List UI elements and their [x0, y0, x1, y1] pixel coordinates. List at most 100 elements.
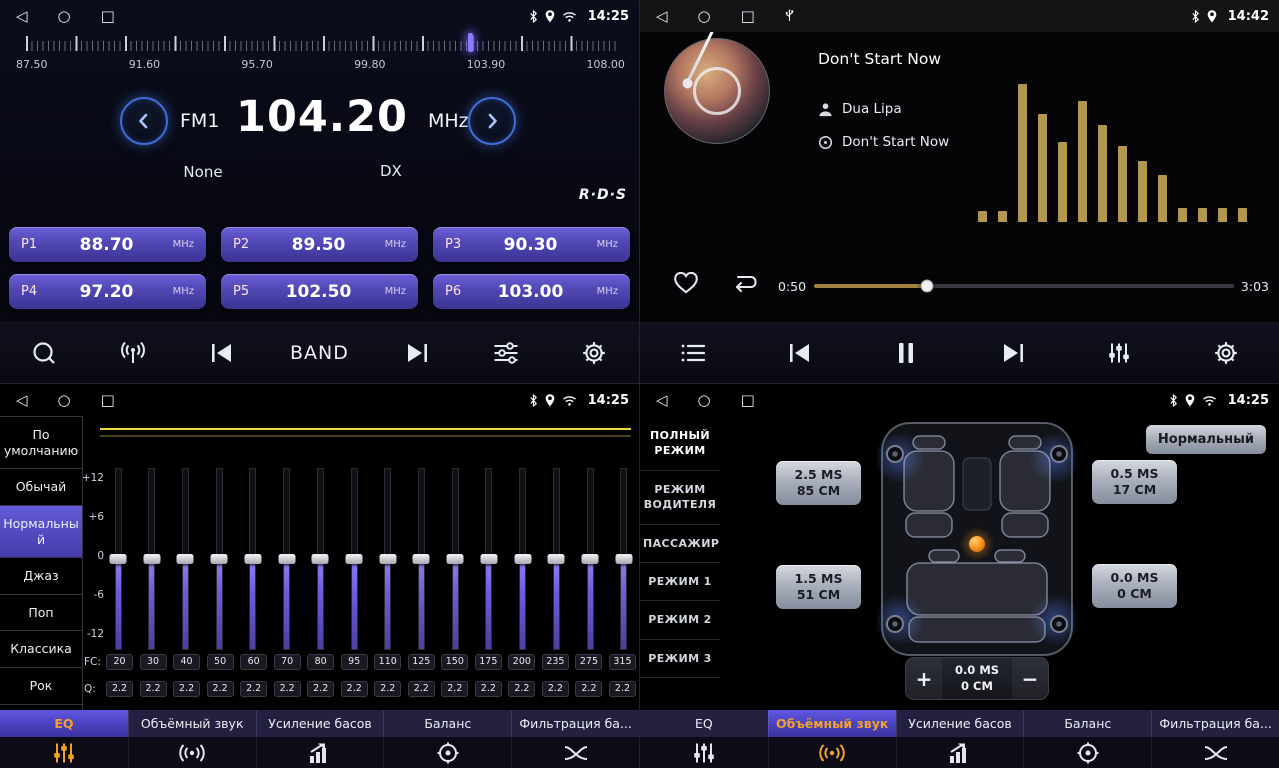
stage-preset-badge[interactable]: Нормальный	[1146, 425, 1266, 454]
eq-band-slider[interactable]	[511, 468, 535, 664]
preset-button[interactable]: P188.70MHz	[9, 227, 206, 262]
eq-band-slider[interactable]	[544, 468, 568, 664]
home-icon[interactable]: ○	[58, 393, 71, 408]
queue-list-icon[interactable]	[672, 342, 714, 364]
seek-bar-thumb[interactable]	[921, 280, 934, 293]
stage-mode-item[interactable]: РЕЖИМ 3	[640, 640, 720, 678]
slider-handle[interactable]	[278, 554, 295, 564]
tab-balance[interactable]: Баланс	[1023, 710, 1151, 768]
slider-handle[interactable]	[582, 554, 599, 564]
eq-band-slider[interactable]	[443, 468, 467, 664]
slider-handle[interactable]	[447, 554, 464, 564]
delay-decrease-button[interactable]: −	[1012, 658, 1048, 699]
delay-rear-right-button[interactable]: 0.0 MS 0 CM	[1092, 564, 1177, 608]
slider-handle[interactable]	[379, 554, 396, 564]
tab-bass-boost[interactable]: Усиление басов	[896, 710, 1024, 768]
stage-mode-item[interactable]: ПАССАЖИР	[640, 525, 720, 563]
next-track-icon[interactable]	[992, 342, 1034, 364]
eq-preset-item[interactable]: Поп	[0, 595, 82, 632]
stage-mode-item[interactable]: РЕЖИМ 1	[640, 563, 720, 601]
slider-handle[interactable]	[413, 554, 430, 564]
tune-down-button[interactable]	[120, 97, 168, 145]
eq-preset-item[interactable]: Рок	[0, 668, 82, 705]
slider-handle[interactable]	[514, 554, 531, 564]
tab-surround[interactable]: Объёмный звук	[768, 710, 896, 768]
eq-band-slider[interactable]	[376, 468, 400, 664]
tune-up-button[interactable]	[468, 97, 516, 145]
slider-handle[interactable]	[615, 554, 632, 564]
slider-handle[interactable]	[110, 554, 127, 564]
slider-handle[interactable]	[312, 554, 329, 564]
eq-band-slider[interactable]	[275, 468, 299, 664]
back-icon[interactable]: ◁	[16, 9, 28, 24]
home-icon[interactable]: ○	[698, 9, 711, 24]
scan-icon[interactable]	[23, 340, 65, 366]
stage-mode-item[interactable]: РЕЖИМ 2	[640, 601, 720, 639]
delay-front-left-button[interactable]: 2.5 MS 85 CM	[776, 461, 861, 505]
eq-preset-item[interactable]: Джаз	[0, 558, 82, 595]
back-icon[interactable]: ◁	[16, 393, 28, 408]
slider-handle[interactable]	[346, 554, 363, 564]
home-icon[interactable]: ○	[698, 393, 711, 408]
eq-preset-item[interactable]: Обычай	[0, 469, 82, 506]
pause-icon[interactable]	[885, 341, 927, 365]
eq-band-slider[interactable]	[106, 468, 130, 664]
eq-preset-item[interactable]: По умолчанию	[0, 417, 82, 469]
settings-gear-icon[interactable]	[573, 340, 615, 366]
slider-handle[interactable]	[548, 554, 565, 564]
recents-icon[interactable]: □	[101, 393, 115, 408]
eq-preset-item[interactable]: Классика	[0, 631, 82, 668]
next-track-icon[interactable]	[396, 342, 438, 364]
tab-surround[interactable]: Объёмный звук	[128, 710, 256, 768]
eq-band-slider[interactable]	[140, 468, 164, 664]
slider-handle[interactable]	[177, 554, 194, 564]
eq-band-slider[interactable]	[409, 468, 433, 664]
settings-gear-icon[interactable]	[1205, 340, 1247, 366]
back-icon[interactable]: ◁	[656, 393, 668, 408]
eq-band-slider[interactable]	[241, 468, 265, 664]
recents-icon[interactable]: □	[741, 393, 755, 408]
repeat-icon[interactable]	[730, 272, 758, 300]
slider-handle[interactable]	[244, 554, 261, 564]
recents-icon[interactable]: □	[741, 9, 755, 24]
eq-band-slider[interactable]	[477, 468, 501, 664]
eq-band-slider[interactable]	[207, 468, 231, 664]
delay-increase-button[interactable]: +	[906, 658, 942, 699]
mixer-icon[interactable]	[485, 342, 527, 364]
stage-mode-item[interactable]: ПОЛНЫЙ РЕЖИМ	[640, 417, 720, 471]
prev-track-icon[interactable]	[201, 342, 243, 364]
preset-button[interactable]: P6103.00MHz	[433, 274, 630, 309]
home-icon[interactable]: ○	[58, 9, 71, 24]
preset-button[interactable]: P5102.50MHz	[221, 274, 418, 309]
delay-front-right-button[interactable]: 0.5 MS 17 CM	[1092, 460, 1177, 504]
slider-handle[interactable]	[480, 554, 497, 564]
preset-button[interactable]: P289.50MHz	[221, 227, 418, 262]
slider-handle[interactable]	[143, 554, 160, 564]
tab-bass-boost[interactable]: Усиление басов	[256, 710, 384, 768]
preset-button[interactable]: P390.30MHz	[433, 227, 630, 262]
tab-crossover[interactable]: Фильтрация ба...	[511, 710, 639, 768]
tab-crossover[interactable]: Фильтрация ба...	[1151, 710, 1279, 768]
band-button[interactable]: BAND	[290, 342, 349, 364]
eq-band-slider[interactable]	[612, 468, 636, 664]
favorite-heart-icon[interactable]	[672, 270, 700, 299]
slider-handle[interactable]	[211, 554, 228, 564]
eq-band-slider[interactable]	[308, 468, 332, 664]
eq-preset-item[interactable]: Нормальный	[0, 506, 82, 558]
eq-sliders-icon[interactable]	[1098, 341, 1140, 365]
eq-band-slider[interactable]	[578, 468, 602, 664]
recents-icon[interactable]: □	[101, 9, 115, 24]
preset-button[interactable]: P497.20MHz	[9, 274, 206, 309]
tab-eq[interactable]: EQ	[0, 710, 128, 768]
tab-eq[interactable]: EQ	[640, 710, 768, 768]
stage-mode-item[interactable]: РЕЖИМ ВОДИТЕЛЯ	[640, 471, 720, 525]
seek-bar[interactable]	[814, 284, 1234, 288]
tab-balance[interactable]: Баланс	[383, 710, 511, 768]
delay-rear-left-button[interactable]: 1.5 MS 51 CM	[776, 565, 861, 609]
antenna-icon[interactable]	[112, 341, 154, 365]
eq-band-slider[interactable]	[342, 468, 366, 664]
back-icon[interactable]: ◁	[656, 9, 668, 24]
prev-track-icon[interactable]	[779, 342, 821, 364]
eq-band-slider[interactable]	[173, 468, 197, 664]
frequency-scale[interactable]: 87.5091.6095.7099.80103.90108.00	[0, 33, 639, 81]
